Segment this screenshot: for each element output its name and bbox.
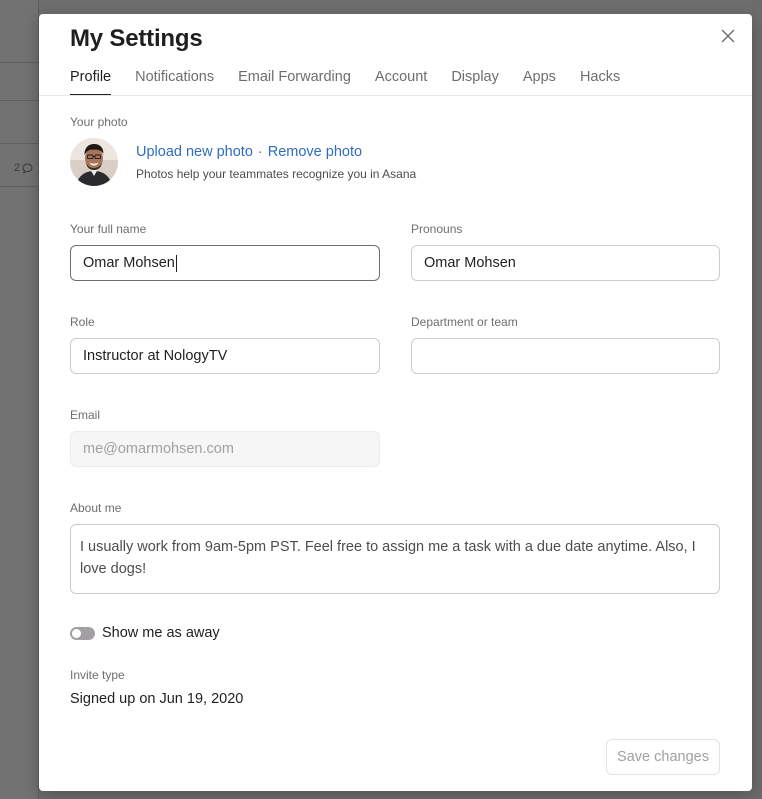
email-field: me@omarmohsen.com — [70, 431, 380, 467]
remove-photo-link[interactable]: Remove photo — [268, 144, 362, 160]
comment-icon — [22, 162, 33, 174]
photo-link-separator: · — [257, 144, 263, 160]
background-divider — [0, 143, 39, 144]
tab-notifications[interactable]: Notifications — [135, 69, 214, 96]
department-input[interactable] — [411, 338, 720, 374]
tab-hacks[interactable]: Hacks — [580, 69, 620, 96]
tab-apps[interactable]: Apps — [523, 69, 556, 96]
show-away-toggle-row[interactable]: Show me as away — [70, 625, 220, 641]
tab-profile[interactable]: Profile — [70, 69, 112, 96]
invite-type-value: Signed up on Jun 19, 2020 — [70, 691, 244, 707]
pronouns-value: Omar Mohsen — [424, 255, 516, 271]
background-panel — [0, 0, 39, 799]
photo-help-text: Photos help your teammates recognize you… — [136, 167, 417, 181]
email-label: Email — [70, 408, 101, 422]
background-divider — [0, 186, 39, 187]
invite-type-label: Invite type — [70, 668, 125, 682]
full-name-value: Omar Mohsen — [83, 255, 175, 271]
photo-actions: Upload new photo · Remove photo — [136, 144, 362, 160]
role-input[interactable]: Instructor at NologyTV — [70, 338, 380, 374]
photo-label: Your photo — [70, 115, 128, 129]
show-away-label: Show me as away — [102, 625, 220, 641]
close-button[interactable] — [718, 26, 738, 46]
avatar[interactable] — [70, 138, 118, 186]
about-label: About me — [70, 501, 122, 515]
text-cursor — [175, 254, 177, 272]
save-changes-button[interactable]: Save changes — [606, 739, 720, 775]
background-divider — [0, 100, 39, 101]
close-icon — [721, 29, 735, 43]
background-panel-right — [752, 0, 762, 799]
tab-display[interactable]: Display — [451, 69, 499, 96]
tab-email-forwarding[interactable]: Email Forwarding — [238, 69, 351, 96]
comment-count-value: 2 — [14, 162, 21, 174]
settings-modal: My Settings Profile Notifications Email … — [39, 14, 752, 791]
toggle-knob — [72, 628, 81, 638]
email-value: me@omarmohsen.com — [83, 441, 234, 457]
full-name-label: Your full name — [70, 222, 147, 236]
upload-photo-link[interactable]: Upload new photo — [136, 144, 253, 160]
pronouns-label: Pronouns — [411, 222, 463, 236]
full-name-input[interactable]: Omar Mohsen — [70, 245, 380, 281]
show-away-toggle[interactable] — [70, 626, 95, 640]
role-value: Instructor at NologyTV — [83, 348, 228, 364]
role-label: Role — [70, 315, 95, 329]
modal-title: My Settings — [70, 25, 203, 52]
pronouns-input[interactable]: Omar Mohsen — [411, 245, 720, 281]
profile-photo — [70, 138, 118, 186]
tab-account[interactable]: Account — [375, 69, 427, 96]
background-divider — [0, 62, 39, 63]
settings-tabs: Profile Notifications Email Forwarding A… — [70, 69, 752, 96]
background-comment-count: 2 — [14, 162, 33, 174]
department-label: Department or team — [411, 315, 518, 329]
about-textarea[interactable]: I usually work from 9am-5pm PST. Feel fr… — [70, 524, 720, 594]
tabs-divider — [39, 95, 752, 96]
